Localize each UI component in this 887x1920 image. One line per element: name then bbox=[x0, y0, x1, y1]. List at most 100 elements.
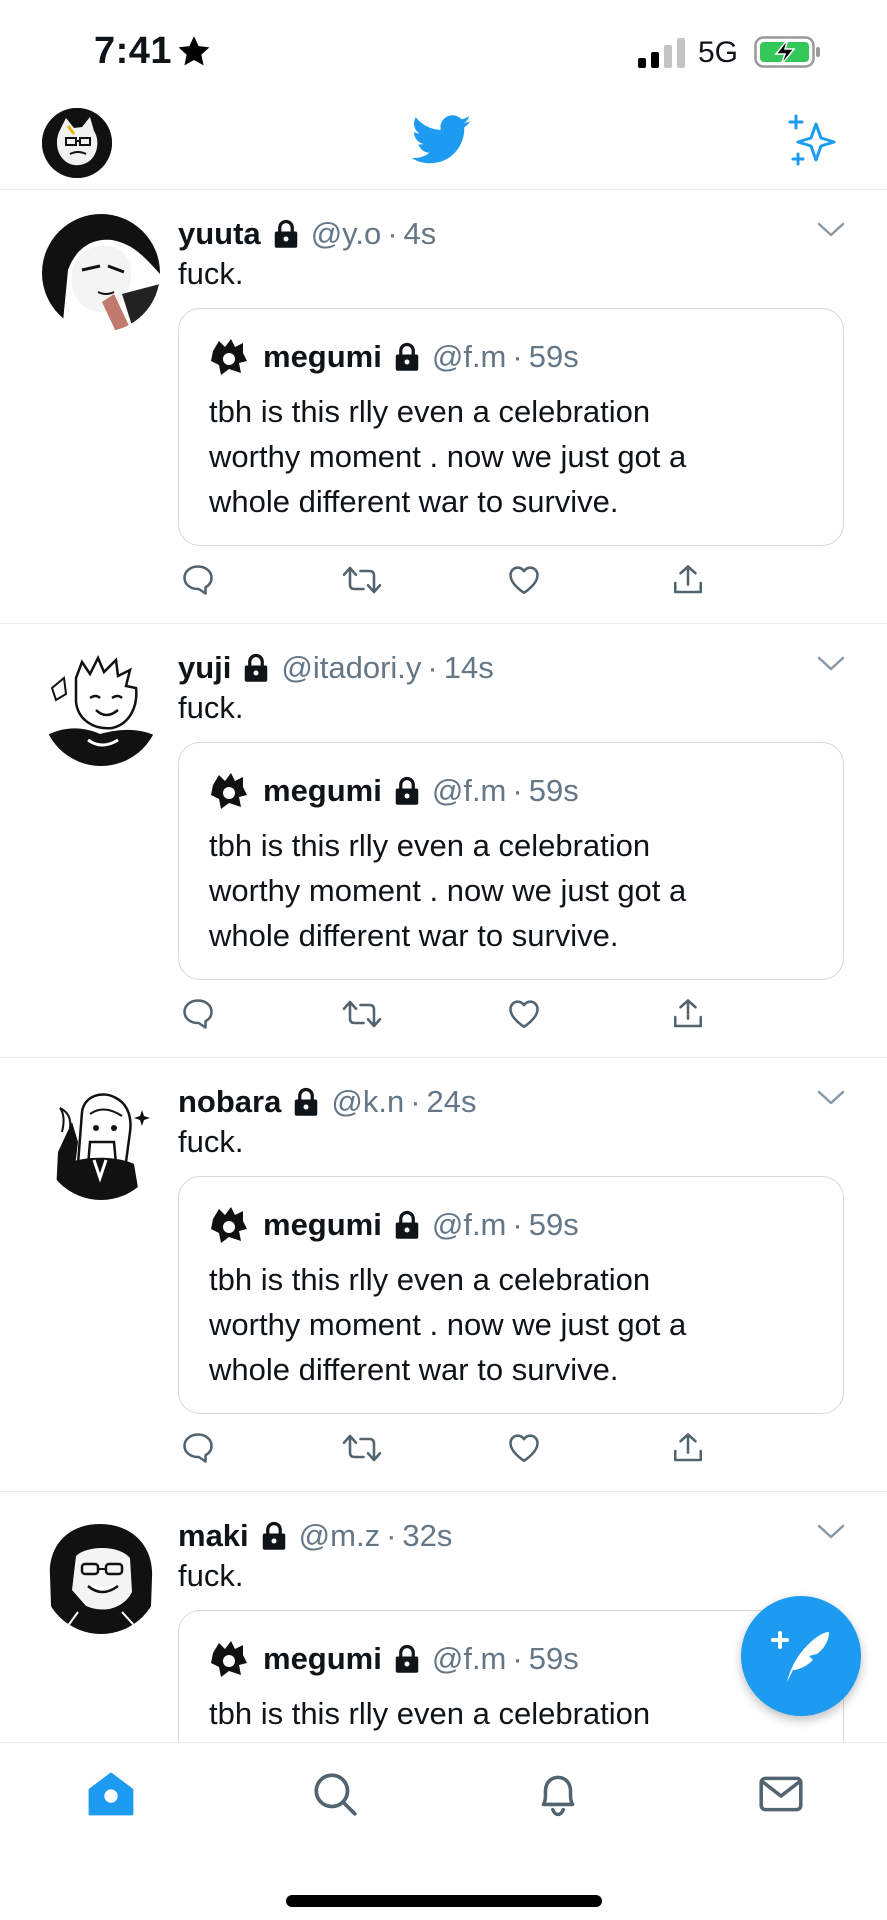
twitter-bird-icon[interactable] bbox=[412, 114, 472, 166]
lock-icon bbox=[245, 653, 268, 682]
lock-icon bbox=[262, 1521, 285, 1550]
chevron-down-icon[interactable] bbox=[816, 654, 846, 674]
quoted-tweet-time: 59s bbox=[528, 1207, 579, 1242]
user-handle[interactable]: @m.z bbox=[299, 1518, 380, 1554]
home-indicator bbox=[286, 1895, 602, 1907]
bell-icon[interactable] bbox=[533, 1769, 583, 1819]
quoted-user-handle: @f.m bbox=[431, 1207, 507, 1242]
tweet-text: fuck. bbox=[178, 256, 244, 291]
user-avatar[interactable] bbox=[42, 1516, 160, 1634]
lock-icon bbox=[395, 776, 419, 805]
battery-charging-icon bbox=[754, 36, 820, 68]
retweet-icon[interactable] bbox=[342, 996, 382, 1032]
network-type: 5G bbox=[698, 36, 739, 69]
quoted-text-line: whole different war to survive. bbox=[209, 484, 619, 519]
compose-tweet-button[interactable] bbox=[741, 1596, 861, 1716]
quoted-text-line: tbh is this rlly even a celebration bbox=[209, 1696, 651, 1731]
quoted-user-avatar bbox=[209, 337, 249, 377]
tweet-time[interactable]: 24s bbox=[427, 1084, 477, 1120]
user-avatar-image bbox=[42, 1082, 160, 1200]
retweet-icon[interactable] bbox=[342, 1430, 382, 1466]
display-name[interactable]: maki bbox=[178, 1518, 249, 1554]
quoted-tweet-time: 59s bbox=[528, 339, 579, 374]
quoted-user-avatar bbox=[209, 1205, 249, 1245]
quoted-text-line: tbh is this rlly even a celebration bbox=[209, 828, 651, 863]
search-icon[interactable] bbox=[310, 1769, 360, 1819]
lock-icon bbox=[395, 1210, 419, 1239]
quoted-text-line: worthy moment . now we just got a bbox=[209, 873, 687, 908]
tweet-header: maki @m.z · 32s bbox=[178, 1514, 452, 1558]
share-icon[interactable] bbox=[670, 996, 706, 1032]
quoted-tweet[interactable]: megumi @f.m · 59s tbh is this rlly even a … bbox=[178, 742, 844, 980]
profile-avatar[interactable] bbox=[42, 108, 112, 178]
separator-dot: · bbox=[512, 773, 523, 808]
lock-icon bbox=[395, 1644, 419, 1673]
separator-dot: · bbox=[512, 1207, 523, 1242]
quoted-display-name: megumi bbox=[263, 773, 382, 808]
separator-dot: · bbox=[512, 1641, 523, 1676]
separator-dot: · bbox=[386, 1518, 397, 1553]
quoted-text-line: tbh is this rlly even a celebration bbox=[209, 394, 651, 429]
tweet[interactable]: yuji @itadori.y · 14s fuck. megumi @f.m · 59… bbox=[0, 624, 887, 1058]
share-icon[interactable] bbox=[670, 1430, 706, 1466]
quoted-text-line: worthy moment . now we just got a bbox=[209, 1307, 687, 1342]
compose-feather-icon bbox=[771, 1631, 829, 1682]
tweet-time[interactable]: 32s bbox=[402, 1518, 452, 1554]
user-avatar[interactable] bbox=[42, 648, 160, 766]
chevron-down-icon[interactable] bbox=[816, 220, 846, 240]
profile-avatar-image bbox=[42, 108, 112, 178]
share-icon[interactable] bbox=[670, 562, 706, 598]
top-nav bbox=[0, 100, 887, 190]
chevron-down-icon[interactable] bbox=[816, 1088, 846, 1108]
bottom-nav bbox=[0, 1742, 887, 1920]
user-avatar[interactable] bbox=[42, 1082, 160, 1200]
display-name[interactable]: nobara bbox=[178, 1084, 281, 1120]
quoted-display-name: megumi bbox=[263, 339, 382, 374]
separator-dot: · bbox=[512, 339, 523, 374]
quoted-tweet-header: megumi @f.m · 59s bbox=[209, 1205, 579, 1245]
tweet-text: fuck. bbox=[178, 1558, 244, 1593]
heart-icon[interactable] bbox=[506, 996, 542, 1032]
quoted-tweet-text: tbh is this rlly even a celebration wort… bbox=[209, 1257, 809, 1392]
tweet-time[interactable]: 14s bbox=[444, 650, 494, 686]
chevron-down-icon[interactable] bbox=[816, 1522, 846, 1542]
lock-icon bbox=[395, 342, 419, 371]
mail-icon[interactable] bbox=[756, 1769, 806, 1819]
quoted-tweet-header: megumi @f.m · 59s bbox=[209, 1639, 579, 1679]
tweet-text: fuck. bbox=[178, 690, 244, 725]
quoted-user-handle: @f.m bbox=[431, 773, 507, 808]
tweet[interactable]: yuuta @y.o · 4s fuck. megumi @f.m · 59s tbh … bbox=[0, 190, 887, 624]
lock-icon bbox=[274, 219, 297, 248]
tweet-time[interactable]: 4s bbox=[404, 216, 437, 252]
quoted-tweet-text: tbh is this rlly even a celebration wort… bbox=[209, 823, 809, 958]
user-handle[interactable]: @y.o bbox=[311, 216, 382, 252]
quoted-text-line: worthy moment . now we just got a bbox=[209, 439, 687, 474]
heart-icon[interactable] bbox=[506, 1430, 542, 1466]
reply-icon[interactable] bbox=[180, 996, 216, 1032]
tweet-header: yuji @itadori.y · 14s bbox=[178, 646, 494, 690]
quoted-tweet-text: tbh is this rlly even a celebration wort… bbox=[209, 389, 809, 524]
user-handle[interactable]: @itadori.y bbox=[281, 650, 421, 686]
user-avatar-image bbox=[42, 648, 160, 766]
reply-icon[interactable] bbox=[180, 1430, 216, 1466]
reply-icon[interactable] bbox=[180, 562, 216, 598]
tweet[interactable]: nobara @k.n · 24s fuck. megumi @f.m · 59s tb… bbox=[0, 1058, 887, 1492]
sparkle-icon[interactable] bbox=[786, 114, 842, 170]
quoted-tweet[interactable]: megumi @f.m · 59s tbh is this rlly even a … bbox=[178, 1176, 844, 1414]
heart-icon[interactable] bbox=[506, 562, 542, 598]
quoted-text-line: tbh is this rlly even a celebration bbox=[209, 1262, 651, 1297]
quoted-tweet-time: 59s bbox=[528, 1641, 579, 1676]
quoted-tweet-header: megumi @f.m · 59s bbox=[209, 337, 579, 377]
user-avatar[interactable] bbox=[42, 214, 160, 332]
signal-icon bbox=[638, 38, 685, 68]
quoted-text-line: whole different war to survive. bbox=[209, 1352, 619, 1387]
tweet-actions bbox=[180, 562, 720, 602]
tweet-header: yuuta @y.o · 4s bbox=[178, 212, 436, 256]
user-handle[interactable]: @k.n bbox=[331, 1084, 404, 1120]
display-name[interactable]: yuuta bbox=[178, 216, 261, 252]
retweet-icon[interactable] bbox=[342, 562, 382, 598]
home-icon[interactable] bbox=[86, 1769, 136, 1819]
user-avatar-image bbox=[42, 1516, 160, 1634]
quoted-tweet[interactable]: megumi @f.m · 59s tbh is this rlly even a … bbox=[178, 308, 844, 546]
display-name[interactable]: yuji bbox=[178, 650, 231, 686]
